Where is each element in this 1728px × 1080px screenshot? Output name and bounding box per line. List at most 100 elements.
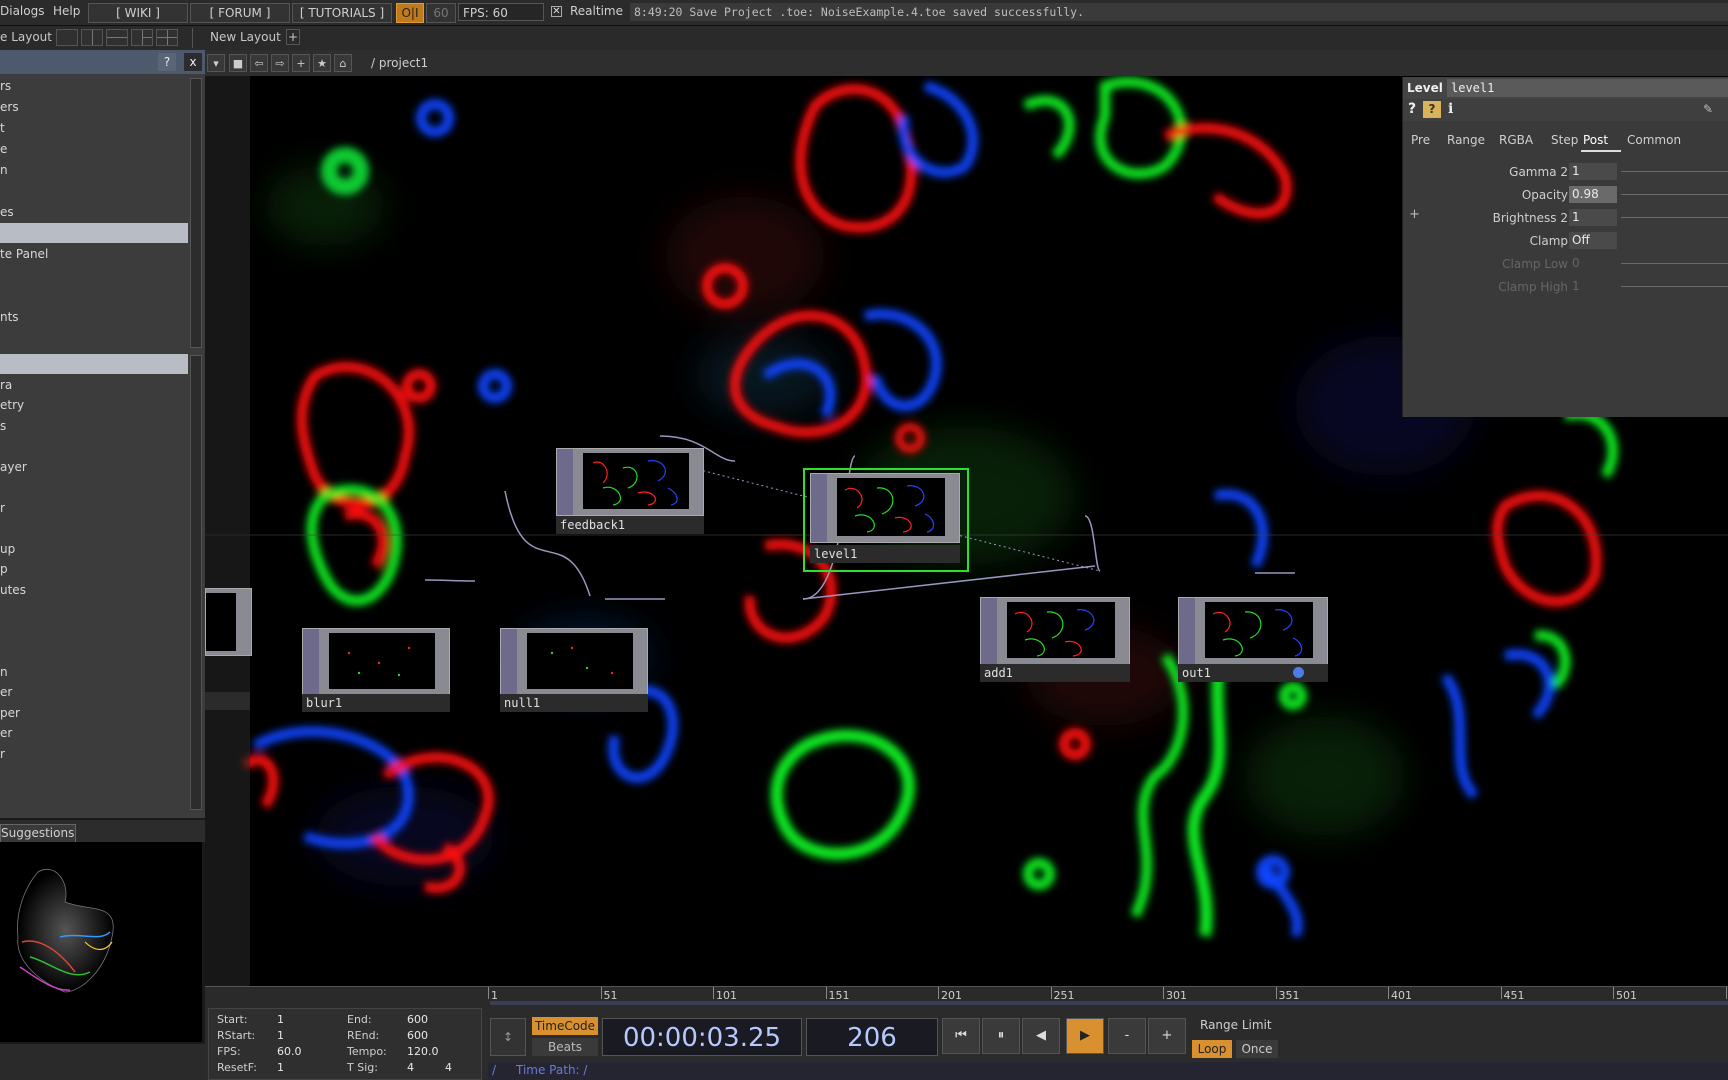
tab-post[interactable]: Post xyxy=(1583,133,1608,147)
palette-item[interactable] xyxy=(0,518,188,538)
node-feedback1-label[interactable]: feedback1 xyxy=(556,516,704,534)
palette-item[interactable]: ers xyxy=(0,97,188,117)
palette-item[interactable]: es xyxy=(0,202,188,222)
rewind-icon[interactable]: ⏮ xyxy=(942,1018,980,1054)
realtime-checkbox[interactable]: ✕ xyxy=(551,6,562,17)
add-icon[interactable]: + xyxy=(292,54,310,72)
beats-mode-button[interactable]: Beats xyxy=(532,1038,598,1056)
palette-item[interactable]: per xyxy=(0,703,188,723)
palette-item[interactable]: er xyxy=(0,723,188,743)
add-param-plus[interactable]: + xyxy=(1409,207,1420,222)
tsig-denominator[interactable]: 4 xyxy=(445,1061,452,1074)
palette-item[interactable] xyxy=(0,621,188,641)
add-layout-button[interactable]: + xyxy=(286,29,300,45)
param-slider[interactable] xyxy=(1621,194,1728,195)
fps-value-timeline[interactable]: 60.0 xyxy=(277,1045,302,1058)
timecode-display[interactable]: 00:00:03.25 xyxy=(602,1018,802,1056)
menu-dialogs[interactable]: Dialogs xyxy=(0,4,44,18)
node-partial[interactable] xyxy=(205,588,252,656)
rend-value[interactable]: 600 xyxy=(407,1029,428,1042)
forward-icon[interactable]: ⇨ xyxy=(271,54,289,72)
tab-common[interactable]: Common xyxy=(1627,133,1681,147)
tab-pre[interactable]: Pre xyxy=(1411,133,1430,147)
node-add1-label[interactable]: add1 xyxy=(980,664,1130,682)
python-help-icon[interactable]: ? xyxy=(1423,101,1441,118)
palette-item[interactable]: n xyxy=(0,160,188,180)
palette-item[interactable] xyxy=(0,436,188,456)
palette-item[interactable]: rs xyxy=(0,76,188,96)
param-slider[interactable] xyxy=(1621,217,1728,218)
layout-quad-icon[interactable] xyxy=(156,29,178,46)
step-back-icon[interactable]: ◀ xyxy=(1022,1018,1060,1054)
home-icon[interactable]: ⌂ xyxy=(334,54,352,72)
suggestions-tab[interactable]: Suggestions xyxy=(0,824,76,843)
palette-item[interactable]: etry xyxy=(0,395,188,415)
node-level1[interactable] xyxy=(810,473,960,543)
chevron-down-icon[interactable]: ▾ xyxy=(207,54,225,72)
once-button[interactable]: Once xyxy=(1236,1040,1278,1058)
palette-item[interactable]: te Panel xyxy=(0,244,188,264)
palette-item[interactable]: utes xyxy=(0,580,188,600)
palette-item[interactable]: r xyxy=(0,744,188,764)
palette-item[interactable] xyxy=(0,265,188,285)
param-slider[interactable] xyxy=(1621,263,1728,264)
network-path[interactable]: / project1 xyxy=(371,56,428,70)
node-null1-label[interactable]: null1 xyxy=(500,694,648,712)
palette-item[interactable]: er xyxy=(0,682,188,702)
palette-item[interactable]: nts xyxy=(0,307,188,327)
step-plus-button[interactable]: + xyxy=(1148,1018,1186,1054)
param-slider[interactable] xyxy=(1621,286,1728,287)
frame-display[interactable]: 206 xyxy=(806,1018,938,1056)
node-feedback1[interactable] xyxy=(556,448,704,516)
stop-icon[interactable]: ■ xyxy=(229,54,247,72)
param-field[interactable]: 1 xyxy=(1569,278,1617,295)
param-field[interactable]: Off xyxy=(1569,232,1617,249)
palette-item[interactable]: e xyxy=(0,139,188,159)
node-level1-label[interactable]: level1 xyxy=(810,545,960,563)
layout-single-icon[interactable] xyxy=(56,29,78,46)
layout-hsplit-icon[interactable] xyxy=(106,29,128,46)
palette-item[interactable]: up xyxy=(0,539,188,559)
menu-help[interactable]: Help xyxy=(53,4,80,18)
close-panel-button[interactable]: x xyxy=(184,53,202,71)
node-blur1[interactable] xyxy=(302,628,450,696)
back-icon[interactable]: ⇦ xyxy=(250,54,268,72)
edit-icon[interactable]: ✎ xyxy=(1703,102,1713,116)
palette-item[interactable]: p xyxy=(0,559,188,579)
node-out1-label[interactable]: out1 xyxy=(1178,664,1328,682)
tab-range[interactable]: Range xyxy=(1447,133,1485,147)
info-icon[interactable]: i xyxy=(1448,101,1453,117)
start-value[interactable]: 1 xyxy=(277,1013,284,1026)
palette-item[interactable] xyxy=(0,600,188,620)
palette-item[interactable]: s xyxy=(0,416,188,436)
tempo-value[interactable]: 120.0 xyxy=(407,1045,439,1058)
layout-tri-icon[interactable] xyxy=(131,29,153,46)
new-layout-label[interactable]: New Layout xyxy=(210,30,281,44)
palette-item[interactable] xyxy=(0,286,188,306)
wiki-button[interactable]: [ WIKI ] xyxy=(88,3,188,23)
timeline-ruler[interactable]: 1511011512012513013514014515015 xyxy=(205,986,1728,1007)
palette-item[interactable] xyxy=(0,354,188,374)
time-scroll-icon[interactable]: ↕ xyxy=(490,1018,526,1056)
palette-item[interactable] xyxy=(0,641,188,661)
timecode-mode-button[interactable]: TimeCode xyxy=(532,1017,598,1035)
help-icon[interactable]: ? xyxy=(1408,101,1416,117)
pause-icon[interactable]: ⏸ xyxy=(982,1018,1020,1054)
palette-item[interactable]: n xyxy=(0,662,188,682)
forum-button[interactable]: [ FORUM ] xyxy=(190,3,290,23)
tsig-numerator[interactable]: 4 xyxy=(407,1061,414,1074)
param-field[interactable]: 1 xyxy=(1569,163,1617,180)
fps-target[interactable]: 60 xyxy=(426,3,456,23)
node-blur1-label[interactable]: blur1 xyxy=(302,694,450,712)
palette-item[interactable] xyxy=(0,181,188,201)
palette-item[interactable]: r xyxy=(0,498,188,518)
op-name-field[interactable]: level1 xyxy=(1447,79,1728,97)
palette-scrollbar[interactable] xyxy=(190,78,202,348)
node-out1[interactable] xyxy=(1178,597,1328,665)
palette-item[interactable] xyxy=(0,223,188,243)
tab-step[interactable]: Step xyxy=(1551,133,1578,147)
rstart-value[interactable]: 1 xyxy=(277,1029,284,1042)
palette-item[interactable]: t xyxy=(0,118,188,138)
palette-item[interactable]: ayer xyxy=(0,457,188,477)
palette-scrollbar-lower[interactable] xyxy=(190,355,202,810)
